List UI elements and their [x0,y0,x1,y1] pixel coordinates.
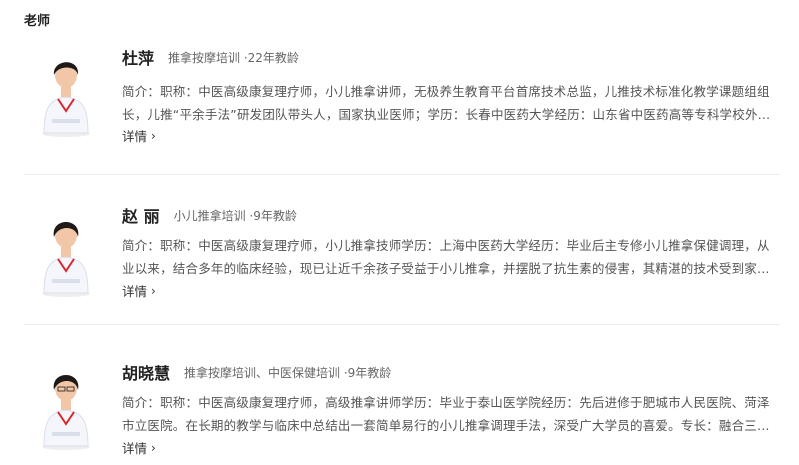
teacher-meta: 推拿按摩培训、中医保健培训 ·9年教龄 [184,365,392,380]
teacher-card: 胡晓慧 推拿按摩培训、中医保健培训 ·9年教龄 简介：职称：中医高级康复理疗师，… [24,330,780,465]
detail-link[interactable]: 详情 › [122,281,156,300]
teacher-name[interactable]: 赵 丽 [122,203,160,227]
teacher-meta: 小儿推拿培训 ·9年教龄 [173,208,297,223]
teacher-bio: 简介：职称：中医高级康复理疗师，小儿推拿技师学历：上海中医药大学经历：毕业后主专… [122,238,770,276]
detail-link[interactable]: 详情 › [122,126,156,145]
teacher-card: 杜萍 推拿按摩培训 ·22年教龄 简介：职称：中医高级康复理疗师，小儿推拿讲师，… [24,25,780,175]
teacher-bio: 简介：职称：中医高级康复理疗师，高级推拿讲师学历：毕业于泰山医学院经历：先后进修… [122,395,770,433]
teacher-meta: 推拿按摩培训 ·22年教龄 [168,50,299,65]
divider [24,324,780,325]
detail-label: 详情 [122,284,148,299]
teacher-name[interactable]: 杜萍 [122,45,154,69]
teacher-avatar[interactable] [36,47,96,137]
teacher-bio: 简介：职称：中医高级康复理疗师，小儿推拿讲师，无极养生教育平台首席技术总监，儿推… [122,84,771,122]
teacher-avatar[interactable] [36,207,96,297]
detail-label: 详情 [122,129,148,144]
teacher-avatar[interactable] [36,360,96,450]
teacher-name[interactable]: 胡晓慧 [122,360,170,384]
detail-link[interactable]: 详情 › [122,438,156,457]
chevron-right-icon: › [151,283,156,298]
teacher-card: 赵 丽 小儿推拿培训 ·9年教龄 简介：职称：中医高级康复理疗师，小儿推拿技师学… [24,175,780,325]
chevron-right-icon: › [151,440,156,455]
chevron-right-icon: › [151,128,156,143]
detail-label: 详情 [122,441,148,456]
